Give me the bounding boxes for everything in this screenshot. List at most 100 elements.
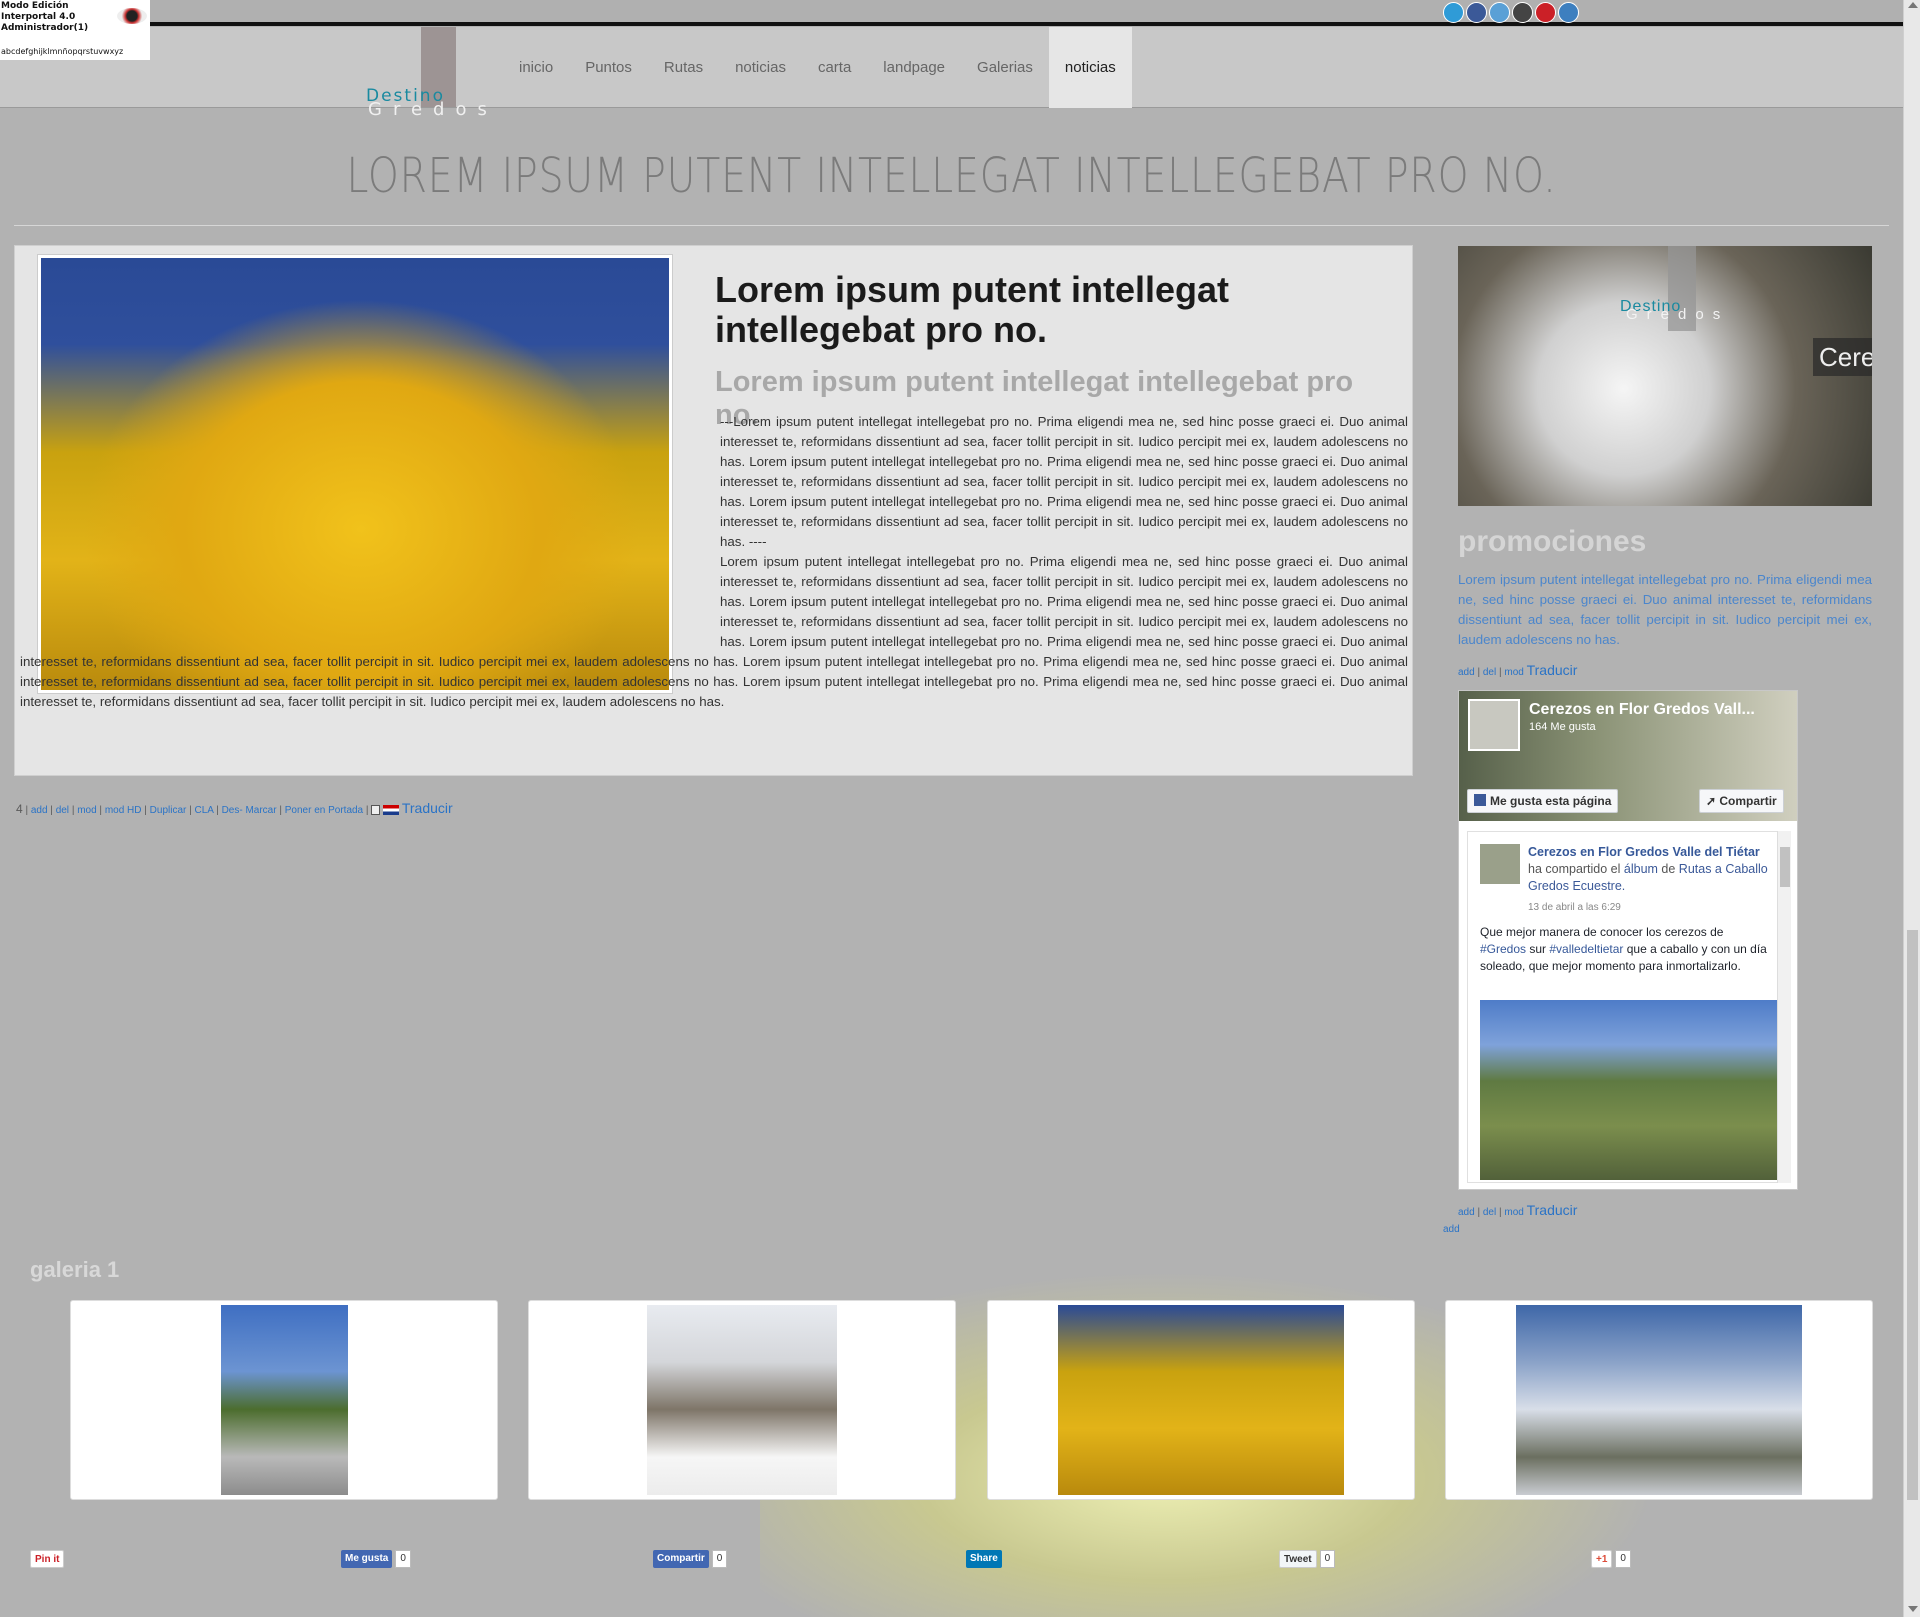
fb-post-author[interactable]: Cerezos en Flor Gredos Valle del Tiétar: [1528, 845, 1760, 859]
page-scrollbar[interactable]: [1903, 0, 1920, 1617]
fb-text-1: Que mejor manera de conocer los cerezos …: [1480, 925, 1724, 939]
page-title: LOREM IPSUM PUTENT INTELLEGAT INTELLEGEB…: [346, 148, 1557, 204]
linkedin-group: Share: [966, 1550, 1002, 1568]
fb-like-group: Me gusta 0: [341, 1550, 411, 1568]
fb-scrollbar[interactable]: [1777, 831, 1791, 1183]
promo-add-link[interactable]: add: [1458, 667, 1475, 678]
fb-mod-link[interactable]: mod: [1504, 1207, 1523, 1218]
fb-like-page-button[interactable]: Me gusta esta página: [1467, 789, 1619, 813]
frosted-park-photo: [1516, 1305, 1802, 1495]
title-divider: [14, 225, 1889, 226]
promo-translate-link[interactable]: Traducir: [1527, 662, 1578, 678]
fb-del-link[interactable]: del: [1483, 1207, 1496, 1218]
fb-add-link[interactable]: add: [1458, 1207, 1475, 1218]
gallery-item-2[interactable]: [528, 1300, 956, 1500]
autumn-tree-photo: [1058, 1305, 1344, 1495]
pinterest-icon[interactable]: [1535, 2, 1556, 23]
main-navbar: inicio Puntos Rutas noticias carta landp…: [0, 27, 1903, 108]
snowy-street-photo: [647, 1305, 837, 1495]
fb-hashtag-valle[interactable]: #valledeltietar: [1549, 942, 1623, 956]
fb-hashtag-gredos[interactable]: #Gredos: [1480, 942, 1526, 956]
pine-tree-photo: [221, 1305, 348, 1495]
eye-icon[interactable]: [117, 8, 147, 24]
admin-desmarcar-link[interactable]: Des- Marcar: [222, 805, 277, 816]
fb-like-button[interactable]: Me gusta: [341, 1550, 393, 1568]
fb-post-photo[interactable]: [1480, 1000, 1780, 1180]
fb-post-avatar[interactable]: [1480, 844, 1520, 884]
gallery-item-4[interactable]: [1445, 1300, 1873, 1500]
admin-modhd-link[interactable]: mod HD: [105, 805, 142, 816]
fb-post-album-link[interactable]: álbum: [1624, 862, 1658, 876]
promo-del-link[interactable]: del: [1483, 667, 1496, 678]
admin-alphabet: abcdefghijklmnñopqrstuvwxyz: [1, 47, 124, 56]
fb-page-title[interactable]: Cerezos en Flor Gredos Vall...: [1529, 701, 1755, 719]
page-scroll-thumb[interactable]: [1907, 930, 1918, 1500]
pinit-group: Pin it: [30, 1550, 65, 1568]
fb-translate-link[interactable]: Traducir: [1527, 1202, 1578, 1218]
pinit-button[interactable]: Pin it: [30, 1550, 65, 1568]
fb-text-2: sur: [1526, 942, 1550, 956]
nav-item-carta[interactable]: carta: [802, 27, 867, 108]
admin-del-link[interactable]: del: [56, 805, 69, 816]
fb-post-action: ha compartido el: [1528, 862, 1624, 876]
nav-item-noticias-active[interactable]: noticias: [1048, 27, 1132, 108]
admin-portada-link[interactable]: Poner en Portada: [285, 805, 363, 816]
promo-heading: promociones: [1458, 525, 1647, 558]
sidebar-add-link-wrap: add: [1443, 1224, 1460, 1235]
translate-link[interactable]: Traducir: [402, 800, 453, 816]
logo-gredos: Gredos: [368, 99, 498, 120]
fb-scroll-thumb[interactable]: [1780, 847, 1790, 887]
flag-icon[interactable]: [383, 805, 400, 816]
lock-icon[interactable]: [371, 805, 381, 816]
fb-page-avatar[interactable]: [1468, 699, 1520, 751]
nav-item-rutas[interactable]: Rutas: [648, 27, 719, 108]
article-body: ---Lorem ipsum putent intellegat intelle…: [20, 412, 1408, 712]
fb-like-counter: 0: [395, 1550, 411, 1568]
tweet-counter: 0: [1319, 1550, 1336, 1568]
facebook-icon[interactable]: [1466, 2, 1487, 23]
fb-post-text: Que mejor manera de conocer los cerezos …: [1480, 924, 1770, 975]
facebook-page-widget: Cerezos en Flor Gredos Vall... 164 Me gu…: [1458, 690, 1798, 1190]
sidebar-banner[interactable]: Destino Gredos Cere: [1458, 246, 1872, 506]
fb-post-of: de: [1657, 862, 1679, 876]
nav-item-puntos[interactable]: Puntos: [569, 27, 648, 108]
linkedin-icon[interactable]: [1489, 2, 1510, 23]
nav-item-landpage[interactable]: landpage: [867, 27, 961, 108]
nav-item-inicio[interactable]: inicio: [503, 27, 569, 108]
tweet-button[interactable]: Tweet: [1279, 1550, 1317, 1568]
admin-mode-box: Modo Edición Interportal 4.0 Administrad…: [0, 0, 150, 60]
scroll-up-arrow-icon[interactable]: [1908, 2, 1918, 8]
fb-share-bottom-button[interactable]: Compartir: [653, 1550, 709, 1568]
nav-item-noticias[interactable]: noticias: [719, 27, 802, 108]
share-arrow-icon: ➚: [1706, 794, 1720, 808]
twitter-icon[interactable]: [1443, 2, 1464, 23]
sidebar-add-link[interactable]: add: [1443, 1224, 1460, 1235]
share-icon[interactable]: [1558, 2, 1579, 23]
gallery-item-1[interactable]: [70, 1300, 498, 1500]
admin-mod-link[interactable]: mod: [77, 805, 96, 816]
image-float-spacer: [20, 412, 720, 652]
admin-cla-link[interactable]: CLA: [195, 805, 214, 816]
admin-add-link[interactable]: add: [31, 805, 48, 816]
fb-post-date[interactable]: 13 de abril a las 6:29: [1528, 902, 1621, 913]
fb-like-label: Me gusta esta página: [1490, 794, 1612, 808]
fb-share-button[interactable]: ➚ Compartir: [1699, 789, 1784, 813]
gplus-group: +1 0: [1591, 1550, 1631, 1568]
gallery-item-3[interactable]: [987, 1300, 1415, 1500]
nav-item-galerias[interactable]: Galerias: [961, 27, 1049, 108]
scroll-down-arrow-icon[interactable]: [1908, 1606, 1918, 1612]
fb-cover[interactable]: Cerezos en Flor Gredos Vall... 164 Me gu…: [1459, 691, 1797, 821]
top-strip: [0, 0, 1903, 26]
delicious-icon[interactable]: [1512, 2, 1533, 23]
tweet-group: Tweet 0: [1279, 1550, 1336, 1568]
fb-share-group: Compartir 0: [653, 1550, 728, 1568]
linkedin-share-button[interactable]: Share: [966, 1550, 1002, 1568]
fb-post-header: Cerezos en Flor Gredos Valle del Tiétar …: [1528, 844, 1768, 895]
admin-duplicar-link[interactable]: Duplicar: [150, 805, 187, 816]
main-nav: inicio Puntos Rutas noticias carta landp…: [503, 27, 1132, 108]
gplus-button[interactable]: +1: [1591, 1550, 1613, 1568]
article-admin-links: 4 | add | del | mod | mod HD | Duplicar …: [16, 800, 453, 816]
banner-gredos: Gredos: [1626, 306, 1730, 323]
article-card: Lorem ipsum putent intellegat intellegeb…: [14, 245, 1413, 776]
promo-mod-link[interactable]: mod: [1504, 667, 1523, 678]
